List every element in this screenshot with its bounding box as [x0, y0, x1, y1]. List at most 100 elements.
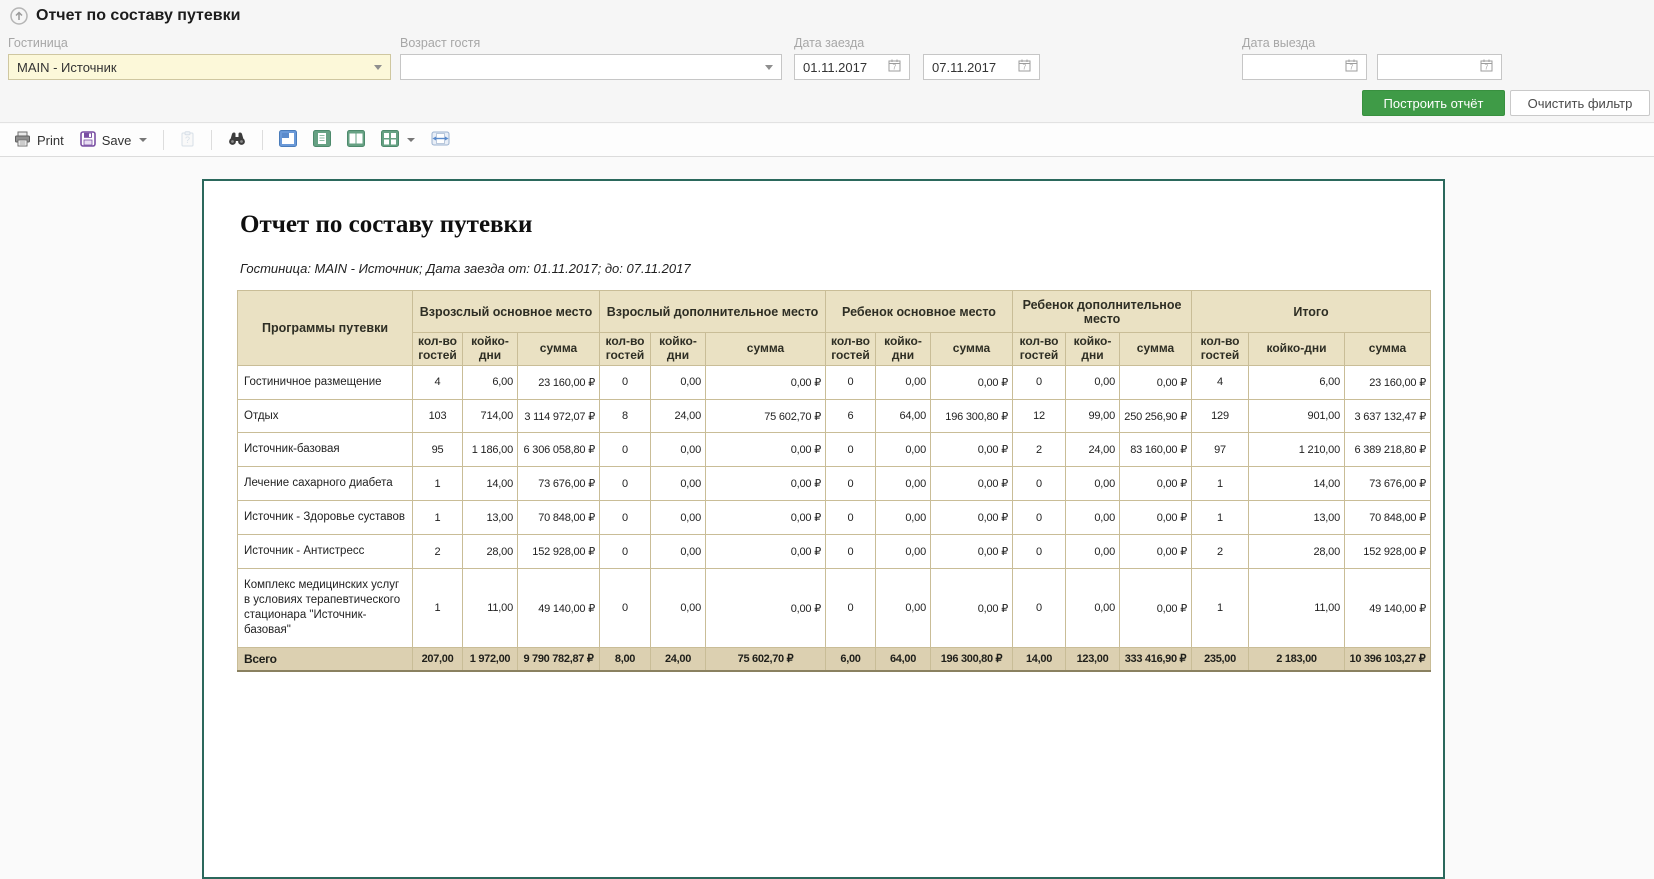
guest-age-label: Возраст гостя	[400, 36, 480, 50]
value-cell: 13,00	[1249, 501, 1345, 535]
save-button[interactable]: Save	[76, 129, 152, 152]
departure-date-to-input[interactable]: 7	[1377, 54, 1502, 80]
value-cell: 1	[1192, 569, 1249, 648]
value-cell: 0	[826, 365, 876, 399]
value-cell: 0,00 ₽	[706, 433, 826, 467]
calendar-icon[interactable]: 7	[1018, 59, 1031, 75]
value-cell: 152 928,00 ₽	[518, 535, 600, 569]
collapse-panel-icon[interactable]	[10, 7, 28, 25]
svg-text:7: 7	[1350, 65, 1354, 72]
build-report-button[interactable]: Построить отчёт	[1362, 90, 1505, 116]
total-value-cell: 235,00	[1192, 647, 1249, 671]
guest-age-select[interactable]	[400, 54, 782, 80]
calendar-icon[interactable]: 7	[888, 59, 901, 75]
col-group-header: Ребенок основное место	[826, 291, 1013, 333]
col-sub-header: кол-во гостей	[1013, 333, 1066, 366]
value-cell: 28,00	[463, 535, 518, 569]
value-cell: 28,00	[1249, 535, 1345, 569]
view-grid-icon	[381, 130, 399, 150]
value-cell: 0,00	[651, 501, 706, 535]
value-cell: 6,00	[463, 365, 518, 399]
value-cell: 129	[1192, 399, 1249, 433]
value-cell: 0,00 ₽	[931, 433, 1013, 467]
view-outline-icon	[279, 130, 297, 150]
value-cell: 0,00 ₽	[931, 365, 1013, 399]
value-cell: 0,00	[651, 433, 706, 467]
value-cell: 1	[413, 467, 463, 501]
total-row: Всего207,001 972,009 790 782,87 ₽8,0024,…	[238, 647, 1431, 671]
value-cell: 0,00	[876, 365, 931, 399]
value-cell: 0,00 ₽	[1120, 365, 1192, 399]
col-sub-header: койко-дни	[1066, 333, 1120, 366]
export-clipboard-button[interactable]: ?	[176, 129, 199, 152]
value-cell: 3 637 132,47 ₽	[1345, 399, 1431, 433]
value-cell: 0,00	[1066, 535, 1120, 569]
col-sub-header: кол-во гостей	[1192, 333, 1249, 366]
view-single-page-button[interactable]	[309, 128, 335, 152]
save-icon	[80, 131, 96, 150]
report-table: Программы путевкиВзрозслый основное мест…	[237, 290, 1431, 672]
value-cell: 0,00 ₽	[1120, 467, 1192, 501]
table-row: Источник - Здоровье суставов113,0070 848…	[238, 501, 1431, 535]
col-sub-header: сумма	[1120, 333, 1192, 366]
departure-date-from-input[interactable]: 7	[1242, 54, 1367, 80]
fit-width-button[interactable]	[427, 128, 454, 152]
value-cell: 70 848,00 ₽	[518, 501, 600, 535]
value-cell: 6 389 218,80 ₽	[1345, 433, 1431, 467]
value-cell: 1	[413, 501, 463, 535]
value-cell: 0,00 ₽	[931, 535, 1013, 569]
value-cell: 0,00	[876, 535, 931, 569]
value-cell: 11,00	[1249, 569, 1345, 648]
view-outline-button[interactable]	[275, 128, 301, 152]
view-grid-button[interactable]	[377, 128, 419, 152]
report-filter-summary: Гостиница: MAIN - Источник; Дата заезда …	[240, 261, 1443, 276]
report-toolbar: Print Save ?	[0, 124, 1654, 157]
clear-filter-button[interactable]: Очистить фильтр	[1510, 90, 1650, 116]
export-clipboard-icon: ?	[180, 131, 195, 150]
col-sub-header: кол-во гостей	[600, 333, 651, 366]
find-button[interactable]	[224, 129, 250, 151]
value-cell: 152 928,00 ₽	[1345, 535, 1431, 569]
value-cell: 2	[1013, 433, 1066, 467]
value-cell: 23 160,00 ₽	[518, 365, 600, 399]
value-cell: 49 140,00 ₽	[1345, 569, 1431, 648]
program-cell: Комплекс медицинских услуг в условиях те…	[238, 569, 413, 648]
col-sub-header: сумма	[931, 333, 1013, 366]
col-sub-header: кол-во гостей	[826, 333, 876, 366]
value-cell: 1	[1192, 501, 1249, 535]
report-page: Отчет по составу путевки Гостиница: MAIN…	[202, 179, 1445, 879]
arrival-date-to-input[interactable]: 07.11.2017 7	[923, 54, 1040, 80]
col-group-header: Взрозслый основное место	[413, 291, 600, 333]
value-cell: 0	[600, 433, 651, 467]
value-cell: 6	[826, 399, 876, 433]
value-cell: 714,00	[463, 399, 518, 433]
value-cell: 0,00	[1066, 501, 1120, 535]
arrival-date-to-value: 07.11.2017	[932, 60, 996, 75]
value-cell: 23 160,00 ₽	[1345, 365, 1431, 399]
chevron-down-icon	[765, 65, 773, 70]
value-cell: 0	[600, 365, 651, 399]
value-cell: 0	[1013, 501, 1066, 535]
total-value-cell: 24,00	[651, 647, 706, 671]
total-value-cell: 8,00	[600, 647, 651, 671]
toolbar-separator	[163, 130, 164, 150]
value-cell: 0,00 ₽	[931, 569, 1013, 648]
value-cell: 0,00	[876, 569, 931, 648]
svg-text:7: 7	[1023, 65, 1027, 72]
col-sub-header: сумма	[706, 333, 826, 366]
value-cell: 11,00	[463, 569, 518, 648]
program-cell: Лечение сахарного диабета	[238, 467, 413, 501]
hotel-select[interactable]: MAIN - Источник	[8, 54, 391, 80]
value-cell: 0	[1013, 569, 1066, 648]
col-group-header: Взрослый дополнительное место	[600, 291, 826, 333]
report-viewport: Отчет по составу путевки Гостиница: MAIN…	[0, 157, 1654, 672]
total-value-cell: 1 972,00	[463, 647, 518, 671]
arrival-date-from-input[interactable]: 01.11.2017 7	[794, 54, 910, 80]
print-button[interactable]: Print	[10, 129, 68, 152]
calendar-icon[interactable]: 7	[1480, 59, 1493, 75]
calendar-icon[interactable]: 7	[1345, 59, 1358, 75]
value-cell: 0	[1013, 535, 1066, 569]
view-two-pages-button[interactable]	[343, 128, 369, 152]
value-cell: 0,00	[876, 467, 931, 501]
value-cell: 103	[413, 399, 463, 433]
